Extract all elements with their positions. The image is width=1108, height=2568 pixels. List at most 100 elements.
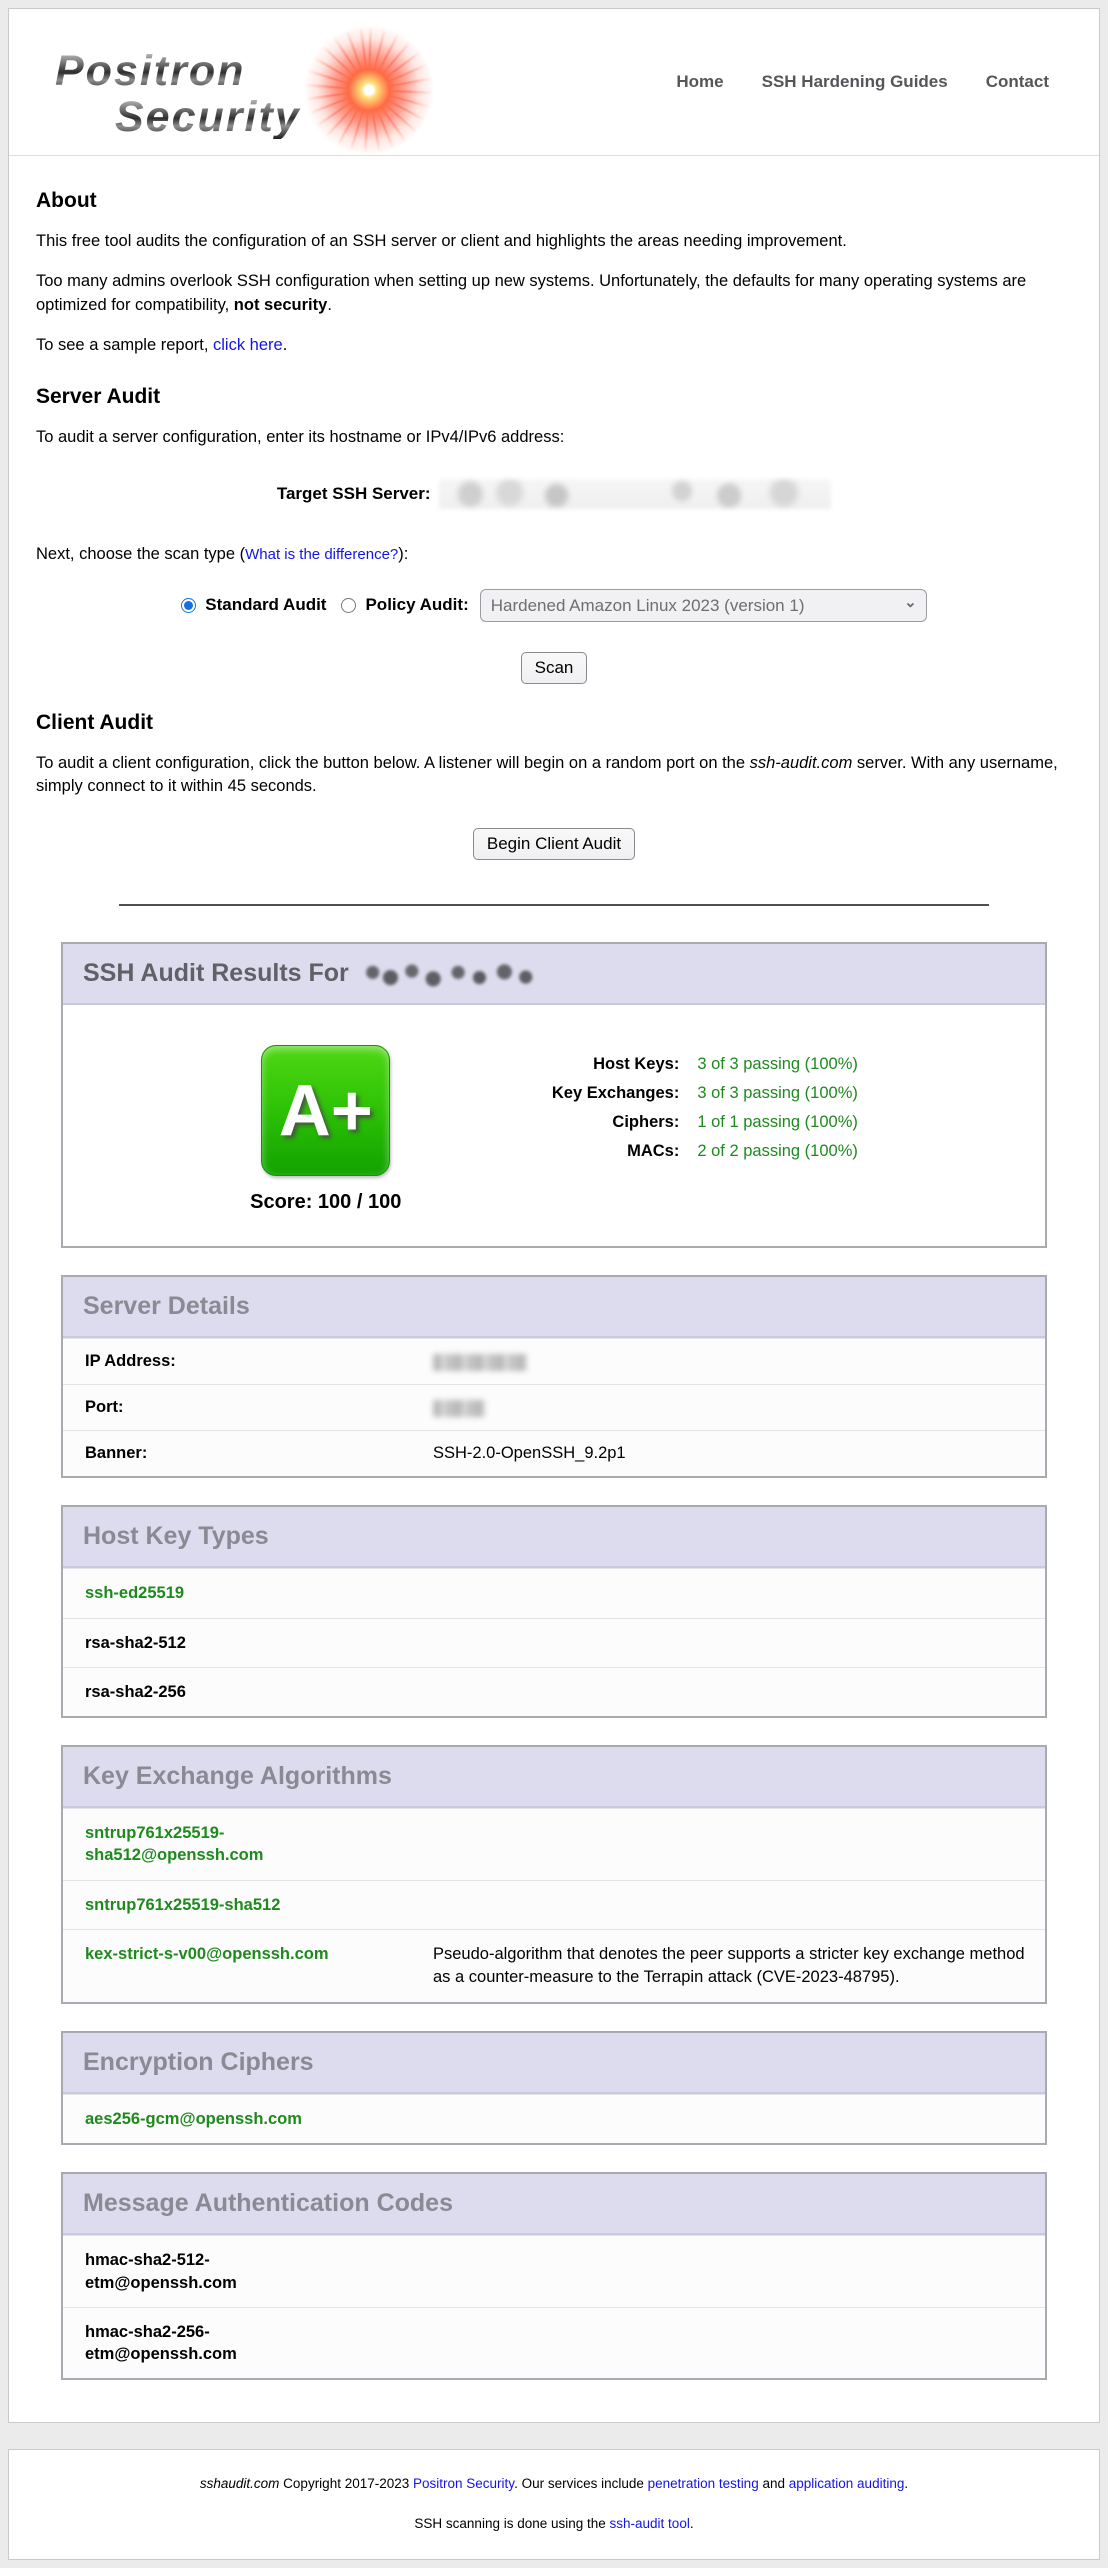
algo-row: hmac-sha2-512-etm@openssh.com [63,2235,1045,2307]
standard-audit-label: Standard Audit [205,595,326,615]
stat-value: 3 of 3 passing (100%) [697,1055,858,1074]
footer-text: . Our services include [514,2476,648,2491]
algo-row: rsa-sha2-512 [63,1618,1045,1667]
macs-panel: Message Authentication Codes hmac-sha2-5… [61,2172,1047,2380]
encryption-ciphers-panel: Encryption Ciphers aes256-gcm@openssh.co… [61,2031,1047,2145]
key-exchange-panel: Key Exchange Algorithms sntrup761x25519-… [61,1745,1047,2004]
stat-row-host-keys: Host Keys: 3 of 3 passing (100%) [461,1055,858,1074]
algo-row: hmac-sha2-256-etm@openssh.com [63,2307,1045,2379]
score-text: Score: 100 / 100 [250,1191,401,1214]
redacted-port [433,1400,485,1417]
about-p2-period: . [327,296,332,314]
about-p2-bold: not security [234,296,328,314]
footer-text: SSH scanning is done using the [414,2516,609,2531]
algo-name: sntrup761x25519-sha512@openssh.com [85,1822,433,1867]
footer-appaudit-link[interactable]: application auditing [789,2476,905,2491]
footer-positron-link[interactable]: Positron Security [413,2476,514,2491]
footer-line-1: sshaudit.com Copyright 2017-2023 Positro… [29,2474,1079,2493]
nav-contact[interactable]: Contact [986,72,1049,92]
server-details-panel: Server Details IP Address: Port: Banner:… [61,1275,1047,1478]
algo-note: Pseudo-algorithm that denotes the peer s… [433,1943,1027,1989]
main-nav: Home SSH Hardening Guides Contact [676,72,1049,92]
grade-column: A+ Score: 100 / 100 [250,1045,401,1214]
detail-label: Port: [85,1398,433,1417]
footer-sshaudit-tool-link[interactable]: ssh-audit tool [610,2516,690,2531]
host-key-types-panel: Host Key Types ssh-ed25519 rsa-sha2-512 … [61,1505,1047,1718]
algo-name: sntrup761x25519-sha512 [85,1894,433,1916]
nav-ssh-hardening-guides[interactable]: SSH Hardening Guides [762,72,948,92]
policy-audit-radio[interactable] [341,598,356,613]
about-heading: About [36,189,1072,213]
algo-name: rsa-sha2-512 [85,1632,433,1654]
footer-text: . [690,2516,694,2531]
about-paragraph-3: To see a sample report, click here. [36,334,1072,357]
key-exchange-header: Key Exchange Algorithms [63,1747,1045,1808]
grade-badge: A+ [261,1045,390,1176]
stat-value: 2 of 2 passing (100%) [697,1142,858,1161]
starburst-icon [303,24,435,156]
begin-client-audit-button[interactable]: Begin Client Audit [473,828,635,860]
algo-row: sntrup761x25519-sha512 [63,1880,1045,1929]
stat-label: Host Keys: [461,1055,679,1074]
algo-name: hmac-sha2-256-etm@openssh.com [85,2321,433,2366]
host-key-types-header: Host Key Types [63,1507,1045,1568]
stat-label: Key Exchanges: [461,1084,679,1103]
positron-security-logo: Positron Security [31,14,451,150]
detail-value: SSH-2.0-OpenSSH_9.2p1 [433,1444,626,1463]
footer-domain: sshaudit.com [200,2476,280,2491]
standard-audit-radio[interactable] [181,598,196,613]
server-audit-heading: Server Audit [36,385,1072,409]
target-server-input[interactable] [439,479,831,509]
stat-row-key-exchanges: Key Exchanges: 3 of 3 passing (100%) [461,1084,858,1103]
logo-line2: Security [115,96,301,139]
detail-row-port: Port: [63,1384,1045,1430]
algo-name: aes256-gcm@openssh.com [85,2108,433,2130]
policy-select[interactable]: Hardened Amazon Linux 2023 (version 1) [480,589,927,622]
scan-button[interactable]: Scan [521,652,588,684]
client-audit-pre: To audit a client configuration, click t… [36,754,750,772]
section-divider [119,904,989,906]
ssh-audit-results-panel: SSH Audit Results For A+ Score: 100 / 10… [61,942,1047,1248]
results-panel-header: SSH Audit Results For [63,944,1045,1005]
policy-select-wrap: Hardened Amazon Linux 2023 (version 1) ⌄ [480,589,927,622]
scan-type-difference-link[interactable]: What is the difference? [245,546,398,563]
client-audit-heading: Client Audit [36,711,1072,735]
footer-pentest-link[interactable]: penetration testing [648,2476,759,2491]
site-footer: sshaudit.com Copyright 2017-2023 Positro… [8,2449,1100,2559]
algo-name: ssh-ed25519 [85,1582,433,1604]
detail-label: Banner: [85,1444,433,1463]
scan-type-text: Next, choose the scan type (What is the … [36,543,1072,566]
algo-note [433,1822,1027,1867]
macs-header: Message Authentication Codes [63,2174,1045,2235]
client-audit-domain: ssh-audit.com [750,754,853,772]
about-paragraph-1: This free tool audits the configuration … [36,230,1072,253]
detail-row-banner: Banner: SSH-2.0-OpenSSH_9.2p1 [63,1430,1045,1476]
algo-note [433,1894,1027,1916]
algo-row: sntrup761x25519-sha512@openssh.com [63,1808,1045,1880]
results-stats: Host Keys: 3 of 3 passing (100%) Key Exc… [461,1055,858,1171]
about-p2-text: Too many admins overlook SSH configurati… [36,272,1026,313]
algo-name: hmac-sha2-512-etm@openssh.com [85,2249,433,2294]
detail-value-redacted [433,1398,485,1417]
results-body: A+ Score: 100 / 100 Host Keys: 3 of 3 pa… [63,1005,1045,1246]
stat-label: Ciphers: [461,1113,679,1132]
algo-row: kex-strict-s-v00@openssh.com Pseudo-algo… [63,1929,1045,2002]
algo-name: kex-strict-s-v00@openssh.com [85,1943,433,1989]
scan-type-pre: Next, choose the scan type ( [36,545,245,563]
algo-row: ssh-ed25519 [63,1568,1045,1617]
server-audit-intro: To audit a server configuration, enter i… [36,426,1072,449]
algo-name: rsa-sha2-256 [85,1681,433,1703]
about-p3-period: . [283,336,288,354]
stat-value: 1 of 1 passing (100%) [697,1113,858,1132]
target-server-label: Target SSH Server: [277,484,431,503]
redacted-ip [433,1354,527,1371]
footer-text: and [759,2476,789,2491]
target-server-row: Target SSH Server: [36,479,1072,509]
results-title: SSH Audit Results For [83,959,349,987]
stat-row-ciphers: Ciphers: 1 of 1 passing (100%) [461,1113,858,1132]
nav-home[interactable]: Home [676,72,723,92]
sample-report-link[interactable]: click here [213,336,283,354]
encryption-ciphers-header: Encryption Ciphers [63,2033,1045,2094]
site-header: Positron Security Home SSH Hardening Gui… [9,9,1099,156]
stat-label: MACs: [461,1142,679,1161]
